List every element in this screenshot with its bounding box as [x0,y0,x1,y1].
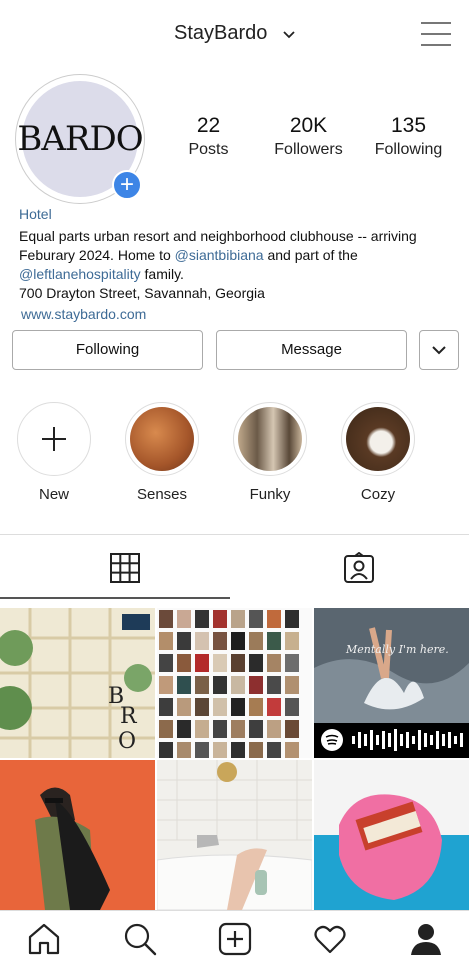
highlight-new[interactable]: New [14,402,94,503]
profile-bio: Equal parts urban resort and neighborhoo… [19,227,459,303]
stat-label: Followers [274,141,343,158]
post-thumbnail[interactable]: Mentally I'm here. [314,608,469,758]
post-thumbnail[interactable]: B R O [0,608,155,758]
stat-value: 20K [289,114,328,137]
bio-line: Feburary 2024. Home to @siantbibiana and… [19,246,459,265]
plus-icon [42,427,66,451]
website-link[interactable]: www.staybardo.com [21,306,146,322]
home-icon[interactable] [26,921,62,957]
mention-link[interactable]: @siantbibiana [175,247,264,263]
stat-value: 22 [196,114,221,137]
heart-icon[interactable] [312,921,348,957]
highlight-label: Senses [136,486,188,503]
highlight-image [346,407,410,471]
add-story-button[interactable]: + [112,170,142,200]
post-thumbnail[interactable] [157,608,312,758]
svg-text:O: O [118,729,136,754]
stat-posts[interactable]: 22 Posts [160,114,257,159]
profile-stats: 22 Posts 20K Followers 135 Following [160,114,460,159]
highlight-image [130,407,194,471]
post-thumbnail[interactable] [157,760,312,910]
profile-category: Hotel [19,206,52,222]
post-caption: Mentally I'm here. [345,643,449,656]
highlight-funky[interactable]: Funky [230,402,310,503]
bio-line: @leftlanehospitality family. [19,265,459,284]
menu-icon[interactable] [421,22,451,46]
highlight-label: Funky [249,486,291,503]
highlight-ring [125,402,199,476]
bottom-nav [0,910,469,965]
post-thumbnail[interactable] [0,760,155,910]
highlight-image [238,407,302,471]
profile-tabs [0,534,469,598]
logo-text: BARDO [17,119,143,159]
bio-line: Equal parts urban resort and neighborhoo… [19,228,417,244]
stat-label: Posts [188,141,229,158]
highlight-ring [341,402,415,476]
stat-followers[interactable]: 20K Followers [257,114,360,159]
bio-text: family. [140,266,184,282]
message-button[interactable]: Message [216,330,407,370]
following-button[interactable]: Following [12,330,203,370]
grid-icon[interactable] [110,553,140,588]
search-icon[interactable] [122,921,158,957]
highlight-cozy[interactable]: Cozy [338,402,418,503]
account-name: StayBardo [174,22,268,44]
stat-following[interactable]: 135 Following [360,114,457,159]
bio-text: and part of the [263,247,358,263]
create-post-icon[interactable] [217,921,253,957]
account-switcher[interactable]: StayBardo [0,22,469,45]
chevron-down-icon [432,342,446,359]
post-thumbnail[interactable] [314,760,469,910]
highlight-ring [233,402,307,476]
highlight-senses[interactable]: Senses [122,402,202,503]
tagged-icon[interactable] [343,551,375,589]
active-tab-indicator [0,597,230,599]
chevron-down-icon [283,22,295,45]
profile-icon[interactable] [408,921,444,957]
highlight-label: Cozy [360,486,396,503]
top-bar: StayBardo [0,0,469,70]
svg-text:R: R [120,704,138,729]
stat-label: Following [374,141,443,158]
mention-link[interactable]: @leftlanehospitality [19,266,141,282]
stat-value: 135 [390,114,427,137]
highlight-ring [17,402,91,476]
highlight-label: New [38,486,69,503]
suggestions-button[interactable] [419,330,459,370]
bio-text: Feburary 2024. Home to [19,247,175,263]
bio-address: 700 Drayton Street, Savannah, Georgia [19,285,265,301]
